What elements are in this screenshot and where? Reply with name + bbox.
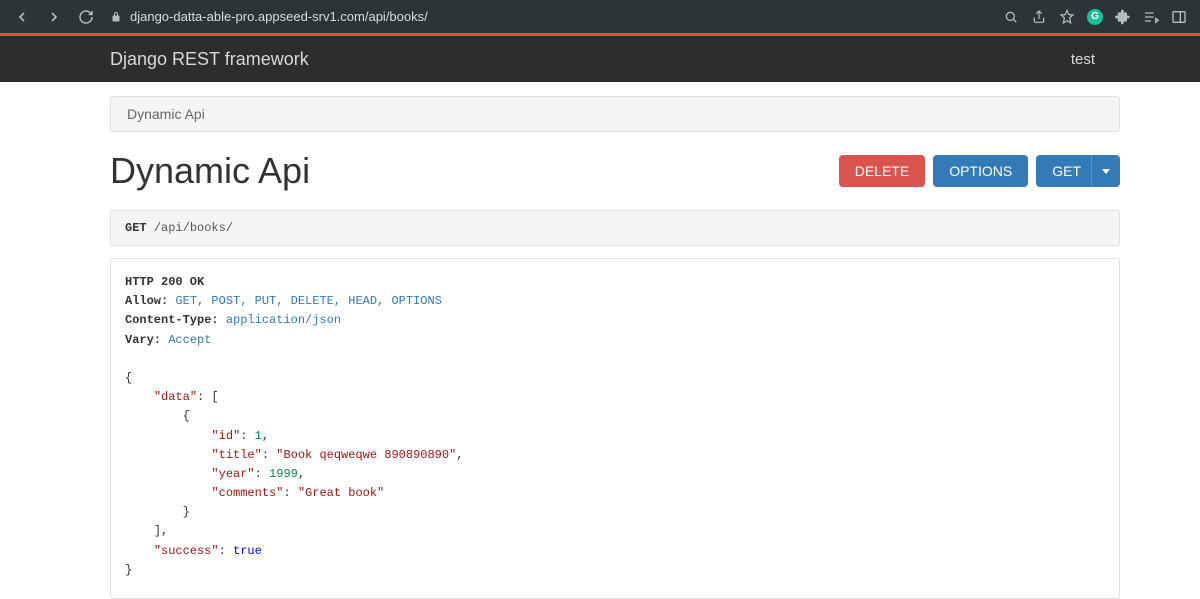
address-bar[interactable]: django-datta-able-pro.appseed-srv1.com/a… [110,3,984,31]
zoom-icon[interactable] [998,4,1024,30]
brand-link[interactable]: Django REST framework [110,49,309,70]
bookmark-star-icon[interactable] [1054,4,1080,30]
user-menu[interactable]: test [1071,51,1095,68]
page-header: Dynamic Api DELETE OPTIONS GET [110,150,1120,192]
chevron-down-icon [1102,169,1110,174]
action-buttons: DELETE OPTIONS GET [839,155,1120,187]
request-line: GET /api/books/ [110,210,1120,246]
extensions-icon[interactable] [1110,4,1136,30]
back-button[interactable] [8,3,36,31]
lock-icon [110,11,122,23]
delete-button[interactable]: DELETE [839,155,925,187]
reload-button[interactable] [72,3,100,31]
page-title: Dynamic Api [110,150,310,192]
url-text: django-datta-able-pro.appseed-srv1.com/a… [130,9,428,24]
panel-icon[interactable] [1166,4,1192,30]
grammarly-icon[interactable]: G [1082,4,1108,30]
get-button[interactable]: GET [1036,155,1099,187]
options-button[interactable]: OPTIONS [933,155,1028,187]
get-dropdown-button[interactable] [1091,155,1120,187]
breadcrumb-item[interactable]: Dynamic Api [127,106,205,122]
response-block: HTTP 200 OK Allow: GET, POST, PUT, DELET… [110,258,1120,599]
forward-button[interactable] [40,3,68,31]
playlist-icon[interactable] [1138,4,1164,30]
request-method: GET [125,221,147,235]
share-icon[interactable] [1026,4,1052,30]
breadcrumb: Dynamic Api [110,96,1120,132]
drf-navbar: Django REST framework test [0,36,1200,82]
status-line: HTTP 200 OK [125,275,204,289]
request-path: /api/books/ [154,221,233,235]
browser-toolbar: django-datta-able-pro.appseed-srv1.com/a… [0,0,1200,33]
